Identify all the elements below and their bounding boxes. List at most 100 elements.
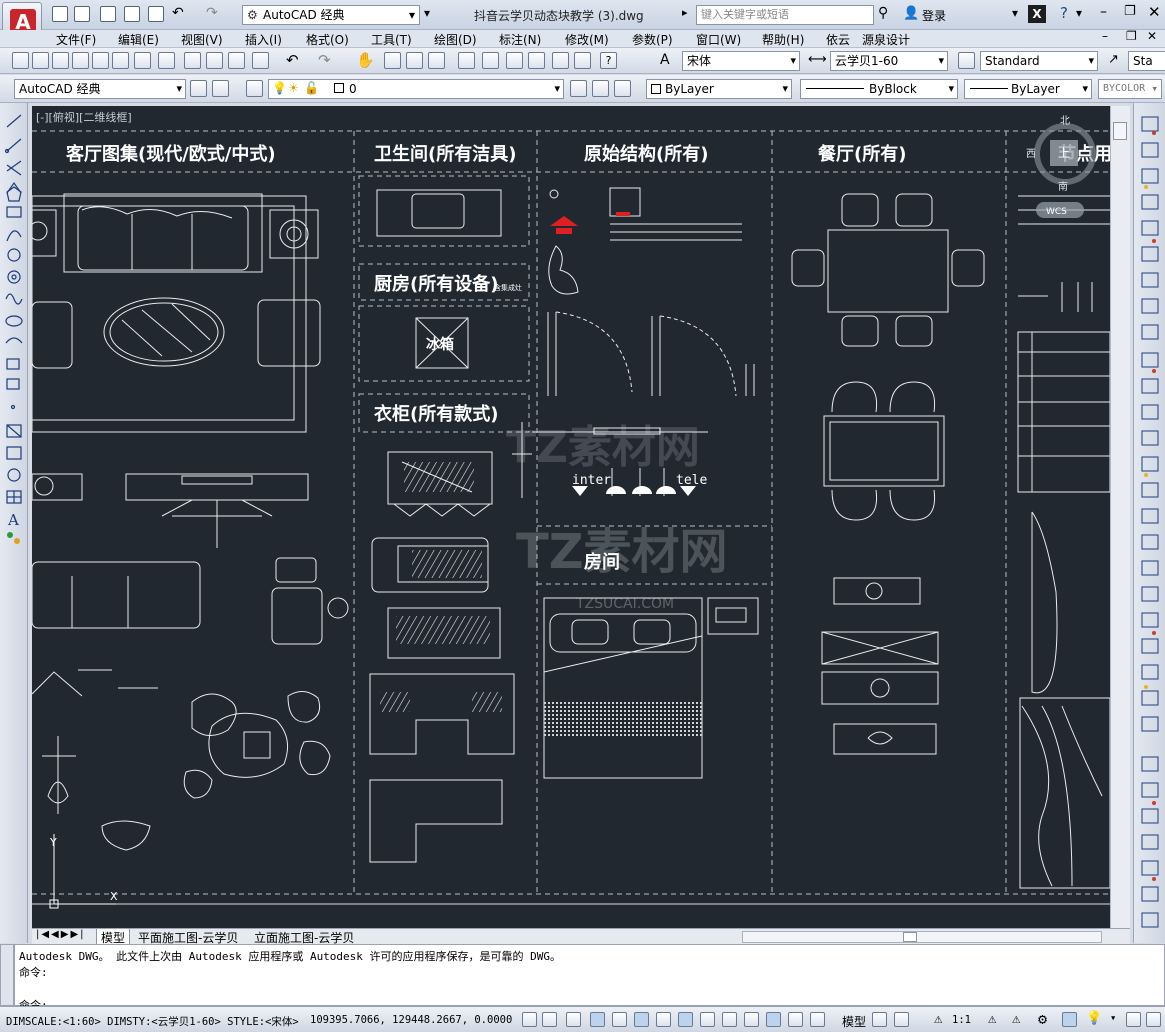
living-room-blocks[interactable] [32,193,349,851]
close-icon[interactable]: ✕ [1148,3,1161,21]
restore-icon[interactable]: ❐ [1124,4,1136,19]
menu-edit[interactable]: 编辑(E) [118,31,159,48]
save-icon[interactable] [100,6,116,22]
node-blocks[interactable] [1017,195,1110,889]
linetype-select[interactable]: ByBlock [800,79,958,99]
publish-icon[interactable] [112,52,129,69]
snap-icon[interactable] [542,1012,557,1027]
layer-on-icon[interactable]: 💡 [272,81,287,95]
lineweight-icon[interactable] [744,1012,759,1027]
paste-icon[interactable] [206,52,223,69]
layer-previous-icon[interactable] [592,80,609,97]
viewcube[interactable] [1034,123,1096,218]
annotation-scale-icon[interactable]: ⚠ [934,1011,942,1027]
menu-file[interactable]: 文件(F) [56,31,96,48]
workspace-select[interactable]: AutoCAD 经典 [14,79,186,99]
zoom-window-icon[interactable] [406,52,423,69]
redo-icon[interactable]: ↷ [318,51,331,69]
menu-tools[interactable]: 工具(T) [371,31,412,48]
scroll-thumb[interactable] [1113,122,1127,140]
menu-insert[interactable]: 插入(I) [245,31,282,48]
menu-draw[interactable]: 绘图(D) [434,31,477,48]
quick-view-drawings-icon[interactable] [894,1012,909,1027]
coordinate-readout[interactable]: 109395.7066, 129448.2667, 0.0000 [310,1014,512,1026]
grid-icon[interactable] [566,1012,581,1027]
exchange-icon[interactable]: X [1028,5,1046,23]
undo-icon[interactable]: ↶ [286,51,299,69]
clean-screen-icon[interactable] [1126,1012,1141,1027]
table-style-select[interactable]: Standard [980,51,1098,71]
viewcube-top[interactable]: 上 [1058,146,1070,160]
quickcalc-icon[interactable] [574,52,591,69]
model-space-toggle[interactable]: 模型 [842,1013,866,1030]
lineweight-select[interactable]: ByLayer [964,79,1092,99]
pan-icon[interactable]: ✋ [356,51,375,69]
3d-dwf-icon[interactable] [134,52,151,69]
expand-icon[interactable]: ▸ [682,6,688,19]
match-properties-icon[interactable] [228,52,245,69]
menu-yiyun[interactable]: 依云 [826,31,850,48]
chevron-down-icon[interactable]: ▾ [424,6,430,20]
chevron-down-icon[interactable]: ▾ [1110,1012,1116,1024]
dining-blocks[interactable] [791,193,985,755]
layer-thaw-icon[interactable]: ☀ [288,81,299,95]
command-grip[interactable] [0,944,14,1006]
workspace-settings-icon[interactable] [190,80,207,97]
menu-dimension[interactable]: 标注(N) [499,31,541,48]
open-icon[interactable] [32,52,49,69]
undo-icon[interactable]: ↶ [172,5,184,21]
infer-icon[interactable] [522,1012,537,1027]
selection-cycling-icon[interactable] [810,1012,825,1027]
markup-icon[interactable] [552,52,569,69]
ortho-icon[interactable] [590,1012,605,1027]
horizontal-scrollbar[interactable] [742,931,1102,943]
menu-modify[interactable]: 修改(M) [565,31,609,48]
search-input[interactable]: 键入关键字或短语 [696,5,874,25]
modify-toolbar-icons[interactable] [1134,103,1165,943]
quick-view-layouts-icon[interactable] [872,1012,887,1027]
dim-style-select[interactable]: 云学贝1-60 [830,51,948,71]
redo-icon[interactable]: ↷ [206,5,218,21]
menu-format[interactable]: 格式(O) [306,31,349,48]
qnew-icon[interactable] [12,52,29,69]
dyn-icon[interactable] [722,1012,737,1027]
ducs-icon[interactable] [700,1012,715,1027]
properties-icon[interactable] [458,52,475,69]
help-icon[interactable]: ? [600,52,617,69]
menu-help[interactable]: 帮助(H) [762,31,804,48]
annotation-visibility-icon[interactable]: ⚠ [988,1011,996,1027]
draw-toolbar-icons[interactable]: A [0,103,28,943]
color-select[interactable]: ByLayer [646,79,792,99]
text-style-select[interactable]: 宋体 [682,51,800,71]
drawing-canvas[interactable]: [-][俯视][二维线框] 客厅图集(现代/欧式/中式) 卫生间(所有洁具) 原… [32,106,1110,928]
doc-restore-icon[interactable]: ❐ [1126,29,1137,43]
toolbar-lock-icon[interactable] [1062,1012,1077,1027]
save-icon[interactable] [52,52,69,69]
quick-properties-icon[interactable] [788,1012,803,1027]
design-center-icon[interactable] [482,52,499,69]
chevron-down-icon[interactable]: ▾ [1012,6,1018,20]
vertical-scrollbar[interactable] [1110,106,1130,928]
workspace-icon[interactable] [212,80,229,97]
menu-yuanquan[interactable]: 源泉设计 [862,31,910,48]
plot-icon[interactable] [148,6,164,22]
workspace-switch-icon[interactable]: ⚙ [1038,1010,1047,1028]
viewport-label[interactable]: [-][俯视][二维线框] [36,110,132,124]
3dosnap-icon[interactable] [656,1012,671,1027]
autoscale-icon[interactable]: ⚠ [1012,1011,1020,1027]
binoculars-icon[interactable]: ⚲ [878,5,888,21]
workspace-select[interactable]: AutoCAD 经典 [242,5,420,25]
layer-properties-icon[interactable] [246,80,263,97]
make-current-icon[interactable] [570,80,587,97]
osnap-icon[interactable] [634,1012,649,1027]
zoom-previous-icon[interactable] [428,52,445,69]
structure-blocks[interactable] [512,187,759,779]
chevron-down-icon[interactable]: ▾ [1076,6,1082,20]
drawing-svg[interactable]: [-][俯视][二维线框] 客厅图集(现代/欧式/中式) 卫生间(所有洁具) 原… [32,106,1110,928]
cut-icon[interactable] [158,52,175,69]
plot-icon[interactable] [72,52,89,69]
menu-window[interactable]: 窗口(W) [696,31,741,48]
doc-minimize-icon[interactable]: – [1102,29,1108,43]
isolate-objects-icon[interactable]: 💡 [1086,1011,1102,1026]
new-icon[interactable] [52,6,68,22]
